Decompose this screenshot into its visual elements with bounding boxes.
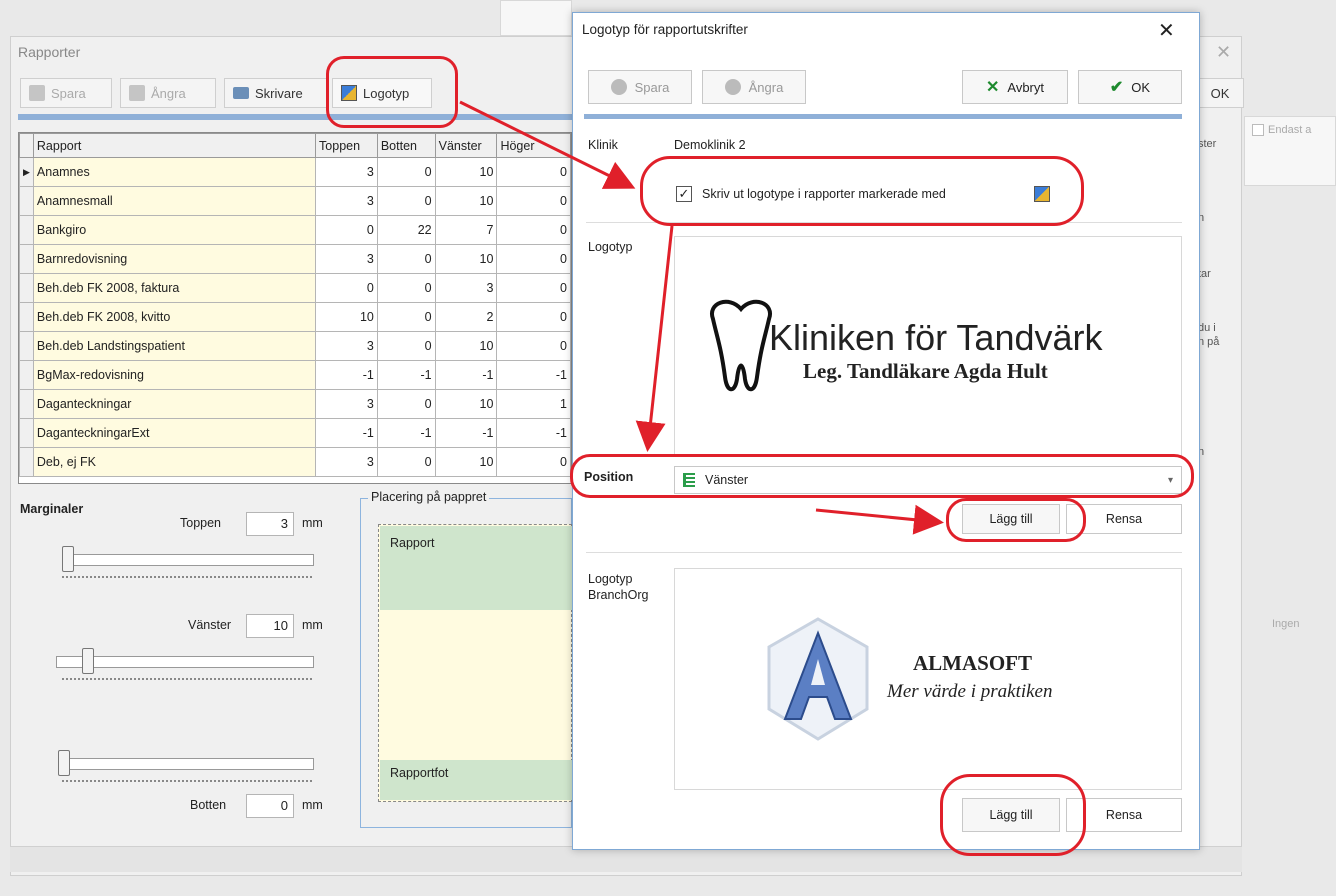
arrow-to-checkbox [459, 100, 636, 189]
arrow-to-position [635, 225, 674, 452]
arrow-to-add [815, 504, 944, 535]
annotation-arrows [459, 100, 944, 535]
